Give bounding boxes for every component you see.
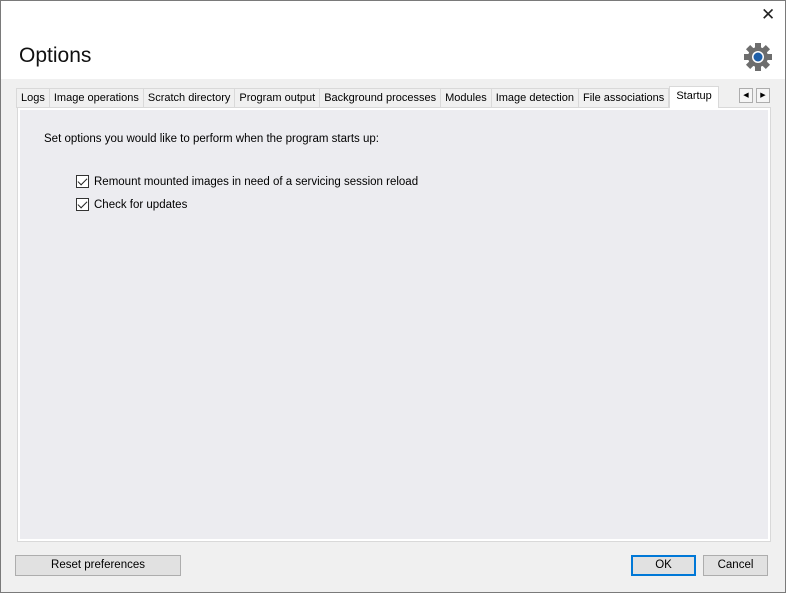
tab-startup[interactable]: Startup (669, 86, 719, 108)
tab-background-processes[interactable]: Background processes (319, 88, 441, 108)
tab-image-detection[interactable]: Image detection (490, 88, 578, 108)
tab-scratch-directory[interactable]: Scratch directory (142, 88, 235, 108)
checkbox-checked-icon[interactable] (76, 198, 89, 211)
check-updates-label: Check for updates (94, 198, 188, 211)
close-icon[interactable]: ✕ (761, 5, 775, 25)
tab-image-operations[interactable]: Image operations (48, 88, 143, 108)
startup-panel: Set options you would like to perform wh… (17, 107, 771, 542)
tab-logs[interactable]: Logs (16, 88, 49, 108)
cancel-button[interactable]: Cancel (703, 555, 768, 576)
tab-scroll-right-icon[interactable]: ▶ (756, 88, 770, 103)
intro-text: Set options you would like to perform wh… (44, 133, 379, 145)
gear-icon (744, 43, 772, 71)
reset-preferences-button[interactable]: Reset preferences (15, 555, 181, 576)
checkbox-checked-icon[interactable] (76, 175, 89, 188)
tab-strip: Logs Image operations Scratch directory … (16, 86, 719, 108)
check-updates-checkbox[interactable]: Check for updates (76, 198, 187, 211)
ok-button[interactable]: OK (631, 555, 696, 576)
tab-file-associations[interactable]: File associations (577, 88, 670, 108)
remount-checkbox[interactable]: Remount mounted images in need of a serv… (76, 175, 418, 188)
page-title: Options (19, 44, 92, 67)
tab-program-output[interactable]: Program output (234, 88, 320, 108)
tab-modules[interactable]: Modules (440, 88, 491, 108)
header: ✕ Options (1, 1, 785, 79)
tab-scroll-left-icon[interactable]: ◀ (739, 88, 753, 103)
remount-label: Remount mounted images in need of a serv… (94, 175, 419, 188)
